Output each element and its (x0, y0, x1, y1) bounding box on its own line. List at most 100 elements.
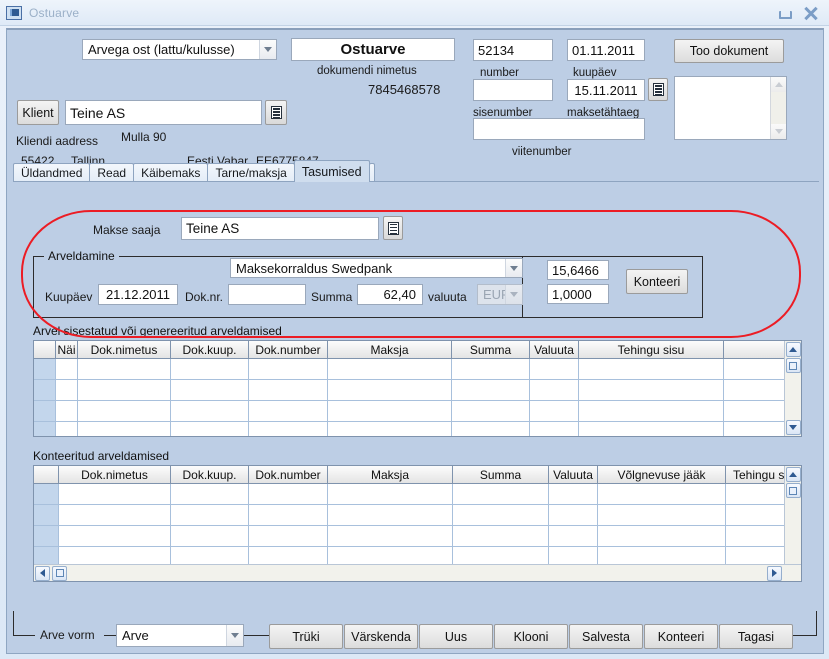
table-cell[interactable] (549, 484, 598, 504)
table-cell[interactable] (59, 526, 171, 546)
table-row[interactable] (34, 484, 801, 505)
chevron-down-icon[interactable] (505, 259, 522, 277)
grid-header-cell[interactable]: Summa (453, 466, 549, 483)
table-cell[interactable] (249, 484, 328, 504)
table-row[interactable] (34, 359, 801, 380)
table-cell[interactable] (249, 359, 328, 379)
grid-header-cell[interactable]: Maksja (328, 466, 453, 483)
tab-tarne-maksja[interactable]: Tarne/maksja (207, 163, 295, 182)
post-entry-button[interactable]: Konteeri (626, 269, 688, 294)
exchange-rate-input[interactable]: 15,6466 (547, 260, 609, 280)
client-button[interactable]: Klient (17, 100, 59, 125)
due-date-picker-button[interactable] (648, 78, 668, 101)
grid-header-cell[interactable] (34, 466, 59, 483)
chevron-down-icon[interactable] (785, 420, 801, 435)
grid-header-cell[interactable]: Tehingu sisu (579, 341, 724, 358)
grid-header-cell[interactable]: Dok.kuup. (171, 466, 249, 483)
table-cell[interactable] (530, 359, 579, 379)
tab-read[interactable]: Read (89, 163, 135, 182)
settlement-date-input[interactable]: 21.12.2011 (98, 284, 178, 305)
table-cell[interactable] (579, 380, 724, 400)
table-cell[interactable] (549, 505, 598, 525)
table-cell[interactable] (530, 380, 579, 400)
client-name-input[interactable]: Teine AS (65, 100, 262, 125)
table-cell[interactable] (171, 526, 249, 546)
payee-input[interactable]: Teine AS (181, 217, 379, 240)
row-selector-cell[interactable] (34, 380, 56, 400)
row-selector-cell[interactable] (34, 526, 59, 546)
number-input[interactable]: 52134 (473, 39, 553, 61)
table-cell[interactable] (171, 484, 249, 504)
notes-memo[interactable] (674, 76, 787, 140)
table-cell[interactable] (59, 484, 171, 504)
date-input[interactable]: 01.11.2011 (567, 39, 645, 61)
table-cell[interactable] (171, 422, 249, 436)
refresh-button[interactable]: Värskenda (344, 624, 418, 649)
reference-number-input[interactable] (473, 118, 645, 140)
client-picker-button[interactable] (265, 100, 287, 125)
table-cell[interactable] (78, 380, 171, 400)
scrollbar-thumb[interactable] (785, 483, 801, 498)
table-cell[interactable] (452, 401, 530, 421)
print-button[interactable]: Trüki (269, 624, 343, 649)
posted-grid-vertical-scrollbar[interactable] (784, 466, 801, 564)
grid-header-cell[interactable]: Summa (452, 341, 530, 358)
table-cell[interactable] (249, 526, 328, 546)
table-cell[interactable] (56, 401, 78, 421)
table-cell[interactable] (171, 380, 249, 400)
scrollbar-thumb[interactable] (785, 358, 801, 373)
due-date-input[interactable]: 15.11.2011 (567, 79, 645, 101)
minimize-icon[interactable] (779, 10, 792, 19)
row-selector-cell[interactable] (34, 401, 56, 421)
chevron-up-icon[interactable] (785, 467, 801, 482)
chevron-up-icon[interactable] (785, 342, 801, 357)
table-row[interactable] (34, 401, 801, 422)
fetch-document-button[interactable]: Too dokument (674, 39, 784, 63)
table-cell[interactable] (249, 422, 328, 436)
grid-header-cell[interactable]: Dok.nimetus (78, 341, 171, 358)
table-cell[interactable] (598, 526, 726, 546)
tab-bar[interactable]: Üldandmed Read Käibemaks Tarne/maksja Ta… (13, 160, 375, 182)
chevron-left-icon[interactable] (35, 565, 50, 581)
chevron-down-icon[interactable] (226, 625, 243, 646)
chevron-down-icon[interactable] (259, 40, 276, 59)
table-row[interactable] (34, 526, 801, 547)
row-selector-cell[interactable] (34, 359, 56, 379)
grid-header-cell[interactable]: Võlgnevuse jääk (598, 466, 726, 483)
document-type-combo[interactable]: Arvega ost (lattu/kulusse) (82, 39, 277, 60)
table-cell[interactable] (56, 422, 78, 436)
table-cell[interactable] (328, 401, 452, 421)
posted-settlements-grid[interactable]: Dok.nimetus Dok.kuup. Dok.number Maksja … (33, 465, 802, 582)
grid-header-cell[interactable]: Dok.number (249, 341, 328, 358)
table-cell[interactable] (328, 526, 453, 546)
clone-button[interactable]: Klooni (494, 624, 568, 649)
row-selector-cell[interactable] (34, 422, 56, 436)
chevron-right-icon[interactable] (767, 565, 782, 581)
table-cell[interactable] (59, 505, 171, 525)
row-selector-cell[interactable] (34, 484, 59, 504)
table-row[interactable] (34, 380, 801, 401)
grid-body[interactable] (34, 359, 801, 436)
internal-number-input[interactable] (473, 79, 553, 101)
new-button[interactable]: Uus (419, 624, 493, 649)
table-cell[interactable] (579, 359, 724, 379)
table-cell[interactable] (579, 401, 724, 421)
grid-header-cell[interactable]: Dok.kuup. (171, 341, 249, 358)
table-cell[interactable] (328, 380, 452, 400)
grid-header-cell[interactable]: Valuuta (530, 341, 579, 358)
table-cell[interactable] (249, 380, 328, 400)
tab-tasumised[interactable]: Tasumised (293, 160, 370, 182)
table-cell[interactable] (549, 526, 598, 546)
table-cell[interactable] (78, 401, 171, 421)
entered-grid-vertical-scrollbar[interactable] (784, 341, 801, 436)
scrollbar-thumb[interactable] (52, 565, 67, 581)
table-cell[interactable] (452, 380, 530, 400)
payee-picker-button[interactable] (383, 216, 403, 240)
table-cell[interactable] (78, 422, 171, 436)
entered-settlements-grid[interactable]: Näi Dok.nimetus Dok.kuup. Dok.number Mak… (33, 340, 802, 437)
table-cell[interactable] (453, 505, 549, 525)
settlement-docnr-input[interactable] (228, 284, 306, 305)
table-cell[interactable] (171, 401, 249, 421)
grid-header-cell[interactable]: Dok.number (249, 466, 328, 483)
table-cell[interactable] (171, 505, 249, 525)
